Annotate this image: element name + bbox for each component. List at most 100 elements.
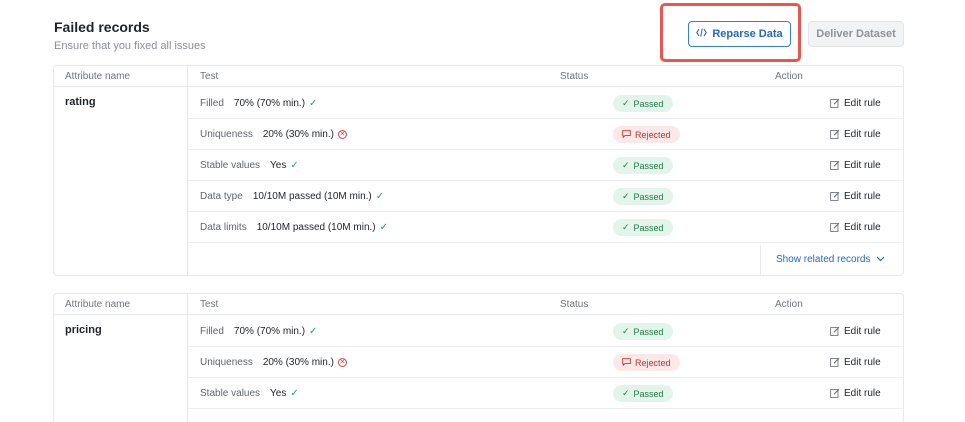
check-icon: ✓: [309, 325, 318, 337]
test-value-text: 10/10M passed (10M min.): [256, 221, 376, 233]
edit-rule-label: Edit rule: [844, 128, 881, 140]
test-value: 20% (30% min.) ✕: [263, 357, 347, 368]
status-label: Passed: [633, 98, 664, 109]
test-name: Data limits: [200, 221, 247, 233]
show-related-records-link[interactable]: Show related records: [776, 254, 885, 265]
test-value: 70% (70% min.) ✓: [234, 326, 318, 337]
test-value-text: 20% (30% min.): [262, 128, 334, 140]
test-name: Uniqueness: [200, 128, 253, 140]
edit-icon: [830, 388, 840, 398]
check-icon: ✓: [622, 191, 630, 201]
status-badge: Rejected: [613, 354, 680, 371]
status-badge: ✓ Passed: [613, 385, 673, 402]
test-value-text: Yes: [270, 387, 287, 399]
status-badge: ✓ Passed: [613, 95, 673, 112]
edit-rule-button[interactable]: Edit rule: [830, 181, 881, 211]
edit-rule-button[interactable]: Edit rule: [830, 150, 881, 180]
check-icon: ✓: [622, 388, 630, 398]
footer-divider: [760, 245, 761, 275]
status-badge: ✓ Passed: [613, 188, 673, 205]
test-cell: Data limits 10/10M passed (10M min.) ✓: [200, 212, 388, 242]
reparse-data-label: Reparse Data: [712, 28, 783, 40]
test-name: Uniqueness: [200, 356, 253, 368]
check-icon: ✓: [290, 159, 299, 171]
test-value-text: 20% (30% min.): [262, 356, 334, 368]
page-title: Failed records: [54, 19, 150, 35]
check-icon: ✓: [622, 160, 630, 170]
status-label: Passed: [633, 388, 664, 399]
table-row: Uniqueness 20% (30% min.) ✕ Rejected Edit ru…: [188, 119, 903, 150]
test-value: 70% (70% min.) ✓: [234, 98, 318, 109]
edit-rule-label: Edit rule: [844, 190, 881, 202]
edit-rule-button[interactable]: Edit rule: [830, 119, 881, 149]
edit-icon: [830, 129, 840, 139]
message-icon: [622, 129, 631, 140]
test-cell: Stable values Yes ✓: [200, 378, 299, 408]
reparse-data-button[interactable]: Reparse Data: [688, 21, 791, 47]
edit-icon: [830, 160, 840, 170]
edit-rule-button[interactable]: Edit rule: [830, 212, 881, 242]
check-icon: ✓: [309, 97, 318, 109]
card-footer: Show related records: [54, 245, 903, 275]
status-label: Passed: [633, 191, 664, 202]
column-header-attribute: Attribute name: [65, 299, 131, 310]
column-header-action: Action: [775, 299, 803, 310]
table-header: Attribute name Test Status Action: [54, 66, 903, 87]
edit-rule-button[interactable]: Edit rule: [830, 347, 881, 377]
test-name: Data type: [200, 190, 243, 202]
table-header: Attribute name Test Status Action: [54, 294, 903, 315]
status-badge: ✓ Passed: [613, 323, 673, 340]
edit-rule-button[interactable]: Edit rule: [830, 88, 881, 118]
edit-rule-label: Edit rule: [844, 325, 881, 337]
column-header-test: Test: [200, 71, 219, 82]
status-badge: ✓ Passed: [613, 157, 673, 174]
check-icon: ✓: [622, 98, 630, 108]
status-badge: Rejected: [613, 126, 680, 143]
test-name: Filled: [200, 325, 224, 337]
table-row: Stable values Yes ✓ ✓ Passed Edit rule: [188, 150, 903, 181]
column-header-test: Test: [200, 299, 219, 310]
message-icon: [622, 357, 631, 368]
test-value: Yes ✓: [270, 388, 299, 399]
check-icon: ✓: [290, 387, 299, 399]
column-header-attribute: Attribute name: [65, 71, 131, 82]
edit-rule-label: Edit rule: [844, 97, 881, 109]
test-cell: Uniqueness 20% (30% min.) ✕: [200, 347, 347, 377]
status-label: Rejected: [635, 129, 671, 140]
test-name: Stable values: [200, 159, 261, 171]
table-row: Filled 70% (70% min.) ✓ ✓ Passed Edit rule: [188, 316, 903, 347]
column-header-status: Status: [560, 299, 589, 310]
check-icon: ✓: [379, 221, 389, 233]
status-badge: ✓ Passed: [613, 219, 673, 236]
table-row: Data type 10/10M passed (10M min.) ✓ ✓ Passe…: [188, 181, 903, 212]
chevron-down-icon: [876, 254, 885, 265]
edit-rule-button[interactable]: Edit rule: [830, 378, 881, 408]
test-value: 20% (30% min.) ✕: [263, 129, 347, 140]
edit-icon: [830, 191, 840, 201]
attribute-name: rating: [65, 96, 96, 108]
test-name: Stable values: [200, 387, 261, 399]
failed-records-card-pricing: Attribute name Test Status Action pricin…: [53, 293, 904, 422]
edit-icon: [830, 326, 840, 336]
test-cell: Data type 10/10M passed (10M min.) ✓: [200, 181, 384, 211]
code-icon: [696, 28, 708, 40]
check-icon: ✓: [375, 190, 385, 202]
test-cell: Stable values Yes ✓: [200, 150, 299, 180]
page-subtitle: Ensure that you fixed all issues: [54, 40, 206, 52]
test-value: 10/10M passed (10M min.) ✓: [253, 191, 384, 202]
edit-icon: [830, 222, 840, 232]
edit-rule-label: Edit rule: [844, 356, 881, 368]
test-value: 10/10M passed (10M min.) ✓: [257, 222, 388, 233]
test-cell: Filled 70% (70% min.) ✓: [200, 88, 317, 118]
table-row: Stable values Yes ✓ ✓ Passed Edit rule: [188, 378, 903, 409]
edit-icon: [830, 357, 840, 367]
edit-rule-label: Edit rule: [844, 159, 881, 171]
test-cell: Uniqueness 20% (30% min.) ✕: [200, 119, 347, 149]
test-value: Yes ✓: [270, 160, 299, 171]
table-row: Uniqueness 20% (30% min.) ✕ Rejected Edit ru…: [188, 347, 903, 378]
edit-rule-button[interactable]: Edit rule: [830, 316, 881, 346]
deliver-dataset-button[interactable]: Deliver Dataset: [808, 21, 904, 47]
status-label: Passed: [633, 222, 664, 233]
column-header-action: Action: [775, 71, 803, 82]
edit-icon: [830, 98, 840, 108]
